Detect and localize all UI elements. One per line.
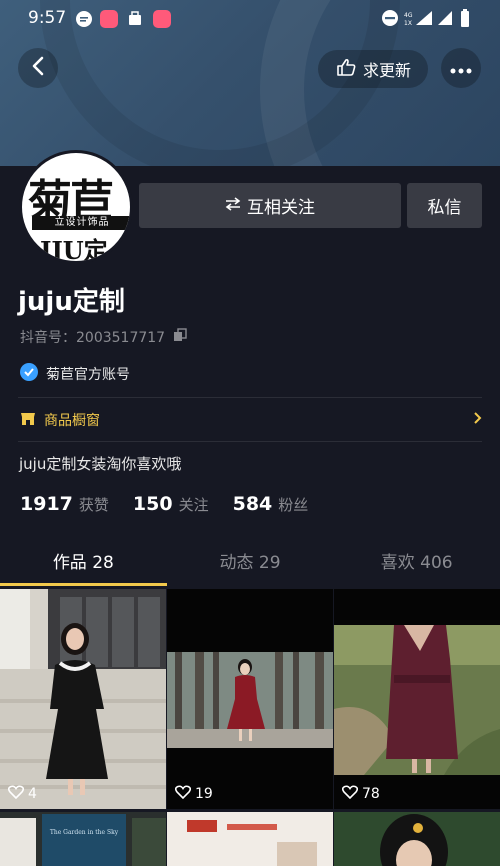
avatar-logo-text: 立设计饰品 xyxy=(32,216,130,230)
likes-label: 获赞 xyxy=(78,496,109,514)
video-likes-count: 78 xyxy=(362,786,380,802)
chevron-right-icon xyxy=(474,412,482,428)
video-thumbnail[interactable]: The Garden in the Sky xyxy=(0,812,166,866)
video-likes-count: 4 xyxy=(28,786,37,802)
video-likes: 4 xyxy=(7,785,37,803)
back-button[interactable] xyxy=(18,48,58,88)
verified-check-icon xyxy=(20,363,38,385)
mutual-follow-label: 互相关注 xyxy=(247,198,315,218)
nickname: juju定制 xyxy=(18,287,125,317)
divider xyxy=(18,441,482,442)
followers-count: 584 xyxy=(232,493,273,515)
verified-account: 菊苣官方账号 xyxy=(20,363,130,385)
request-update-button[interactable]: 求更新 xyxy=(318,50,428,88)
avatar-logo-text: JJU定 xyxy=(40,236,108,264)
message-label: 私信 xyxy=(427,198,462,218)
video-thumbnail-image xyxy=(0,589,166,809)
video-thumbnail-image: The Garden in the Sky xyxy=(0,812,166,866)
swap-arrows-icon xyxy=(225,196,241,216)
more-options-button[interactable] xyxy=(441,48,481,88)
douyin-id-text: 抖音号：2003517717 xyxy=(20,330,166,346)
shop-label: 商品橱窗 xyxy=(44,413,100,429)
following-count: 150 xyxy=(132,493,173,515)
battery-icon xyxy=(460,9,470,27)
video-thumbnail-image xyxy=(334,589,500,809)
profile-tabs: 作品 28 动态 29 喜欢 406 xyxy=(0,540,500,586)
following-label: 关注 xyxy=(178,496,209,514)
chevron-left-icon xyxy=(30,56,46,80)
verified-label: 菊苣官方账号 xyxy=(46,367,130,383)
tab-likes[interactable]: 喜欢 406 xyxy=(333,540,500,586)
video-thumbnail[interactable] xyxy=(334,812,500,866)
signal-icon: 4G 1X xyxy=(404,9,434,27)
video-thumbnail[interactable]: 4 xyxy=(0,589,166,809)
divider xyxy=(18,397,482,398)
douyin-id: 抖音号：2003517717 xyxy=(20,327,187,347)
likes-count: 1917 xyxy=(20,493,73,515)
app-notification-icon xyxy=(100,10,118,28)
tab-posts[interactable]: 动态 29 xyxy=(167,540,334,586)
video-thumbnail[interactable] xyxy=(167,812,333,866)
followers-stat[interactable]: 584 粉丝 xyxy=(233,493,309,515)
more-dots-icon xyxy=(450,59,472,78)
svg-text:1X: 1X xyxy=(404,20,412,27)
profile-stats: 1917 获赞 150 关注 584 粉丝 xyxy=(20,493,308,515)
message-button[interactable]: 私信 xyxy=(407,183,482,228)
status-time: 9:57 xyxy=(28,8,67,28)
tab-works[interactable]: 作品 28 xyxy=(0,540,167,586)
following-stat[interactable]: 150 关注 xyxy=(133,493,209,515)
pointing-hand-icon xyxy=(335,56,357,82)
shop-window-link[interactable]: 商品橱窗 xyxy=(20,410,482,430)
video-thumbnail[interactable]: 19 xyxy=(167,589,333,809)
avatar[interactable]: 菊苣 立设计饰品 JJU定 xyxy=(19,150,133,264)
heart-icon xyxy=(341,785,359,803)
wifi-signal-icon xyxy=(436,9,454,27)
video-likes: 78 xyxy=(341,785,380,803)
video-thumbnail-image xyxy=(167,812,333,866)
copy-icon[interactable] xyxy=(173,328,187,346)
svg-text:4G: 4G xyxy=(404,12,413,19)
request-update-label: 求更新 xyxy=(362,61,411,80)
bio: juju定制女装淘你喜欢哦 xyxy=(19,455,182,473)
mutual-follow-button[interactable]: 互相关注 xyxy=(139,183,401,228)
shop-notification-icon xyxy=(126,10,144,28)
video-thumbnail-image xyxy=(167,589,333,809)
do-not-disturb-icon xyxy=(381,9,399,27)
heart-icon xyxy=(174,785,192,803)
followers-label: 粉丝 xyxy=(278,496,309,514)
status-bar: 9:57 4G 1X xyxy=(0,0,500,36)
chat-notification-icon xyxy=(75,10,93,28)
video-likes-count: 19 xyxy=(195,786,213,802)
app-notification-icon xyxy=(153,10,171,28)
heart-icon xyxy=(7,785,25,803)
book-title-text: The Garden in the Sky xyxy=(50,829,119,836)
video-thumbnail-image xyxy=(334,812,500,866)
video-likes: 19 xyxy=(174,785,213,803)
shop-icon xyxy=(20,410,36,430)
likes-stat[interactable]: 1917 获赞 xyxy=(20,493,109,515)
video-thumbnail[interactable]: 78 xyxy=(334,589,500,809)
